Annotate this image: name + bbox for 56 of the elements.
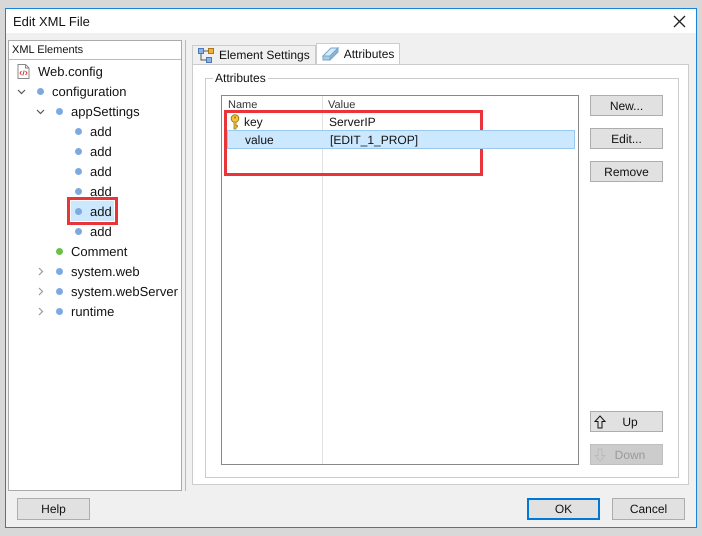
- move-up-button[interactable]: Up: [590, 411, 663, 432]
- help-button[interactable]: Help: [17, 498, 90, 520]
- group-title: Attributes: [214, 71, 267, 85]
- element-dot-icon: [75, 228, 82, 234]
- tree-item[interactable]: runtime: [52, 301, 116, 321]
- tree-item[interactable]: add: [71, 161, 114, 181]
- tree-item[interactable]: Comment: [52, 241, 130, 261]
- column-header[interactable]: Name: [222, 96, 322, 110]
- tree-item[interactable]: system.web: [52, 261, 142, 281]
- tree-item[interactable]: system.webServer: [52, 281, 180, 301]
- element-dot-icon: [56, 308, 63, 314]
- tree-item[interactable]: add: [71, 141, 114, 161]
- action-button[interactable]: New...: [590, 95, 663, 116]
- chevron-down-icon[interactable]: [36, 106, 45, 116]
- tree-item[interactable]: configuration: [33, 81, 128, 101]
- hierarchy-icon: [198, 48, 214, 62]
- tree-item[interactable]: add: [71, 221, 114, 241]
- key-icon: [230, 114, 240, 130]
- attribute-value: [EDIT_1_PROP]: [330, 132, 418, 146]
- element-dot-icon: [56, 268, 63, 274]
- attribute-row[interactable]: key ServerIP: [227, 113, 575, 130]
- attribute-name: key: [244, 114, 263, 128]
- arrow-up-icon: [594, 414, 606, 428]
- element-dot-icon: [75, 128, 82, 134]
- action-button[interactable]: Remove: [590, 161, 663, 182]
- chevron-down-icon[interactable]: [17, 86, 26, 96]
- tab[interactable]: Attributes: [316, 43, 400, 64]
- tab[interactable]: Element Settings: [192, 45, 316, 64]
- eraser-icon: [322, 47, 339, 61]
- column-header[interactable]: Value: [322, 96, 422, 110]
- action-button[interactable]: Edit...: [590, 128, 663, 149]
- chevron-right-icon[interactable]: [36, 306, 45, 316]
- tree-item[interactable]: add: [71, 181, 114, 201]
- attribute-name: value: [245, 132, 274, 146]
- element-dot-icon: [75, 168, 82, 174]
- element-dot-icon: [37, 88, 44, 94]
- ok-button[interactable]: OK: [527, 498, 600, 520]
- highlighted-tree-item[interactable]: add: [71, 201, 114, 221]
- cancel-button[interactable]: Cancel: [612, 498, 685, 520]
- element-dot-icon: [56, 288, 63, 294]
- xml-file-icon: [17, 64, 30, 78]
- attribute-value: ServerIP: [329, 114, 376, 128]
- element-dot-icon: [56, 108, 63, 114]
- tree-item[interactable]: appSettings: [52, 101, 142, 121]
- tree-item[interactable]: Web.config: [13, 61, 105, 81]
- element-dot-icon: [75, 148, 82, 154]
- tree-header: XML Elements: [9, 41, 181, 60]
- window-title: Edit XML File: [13, 14, 91, 28]
- tree-item[interactable]: add: [71, 121, 114, 141]
- element-dot-icon: [75, 188, 82, 194]
- chevron-right-icon[interactable]: [36, 266, 45, 276]
- close-icon[interactable]: [673, 14, 686, 28]
- element-dot-icon: [75, 208, 82, 214]
- attribute-row[interactable]: value [EDIT_1_PROP]: [227, 130, 575, 149]
- chevron-right-icon[interactable]: [36, 286, 45, 296]
- comment-dot-icon: [56, 248, 63, 254]
